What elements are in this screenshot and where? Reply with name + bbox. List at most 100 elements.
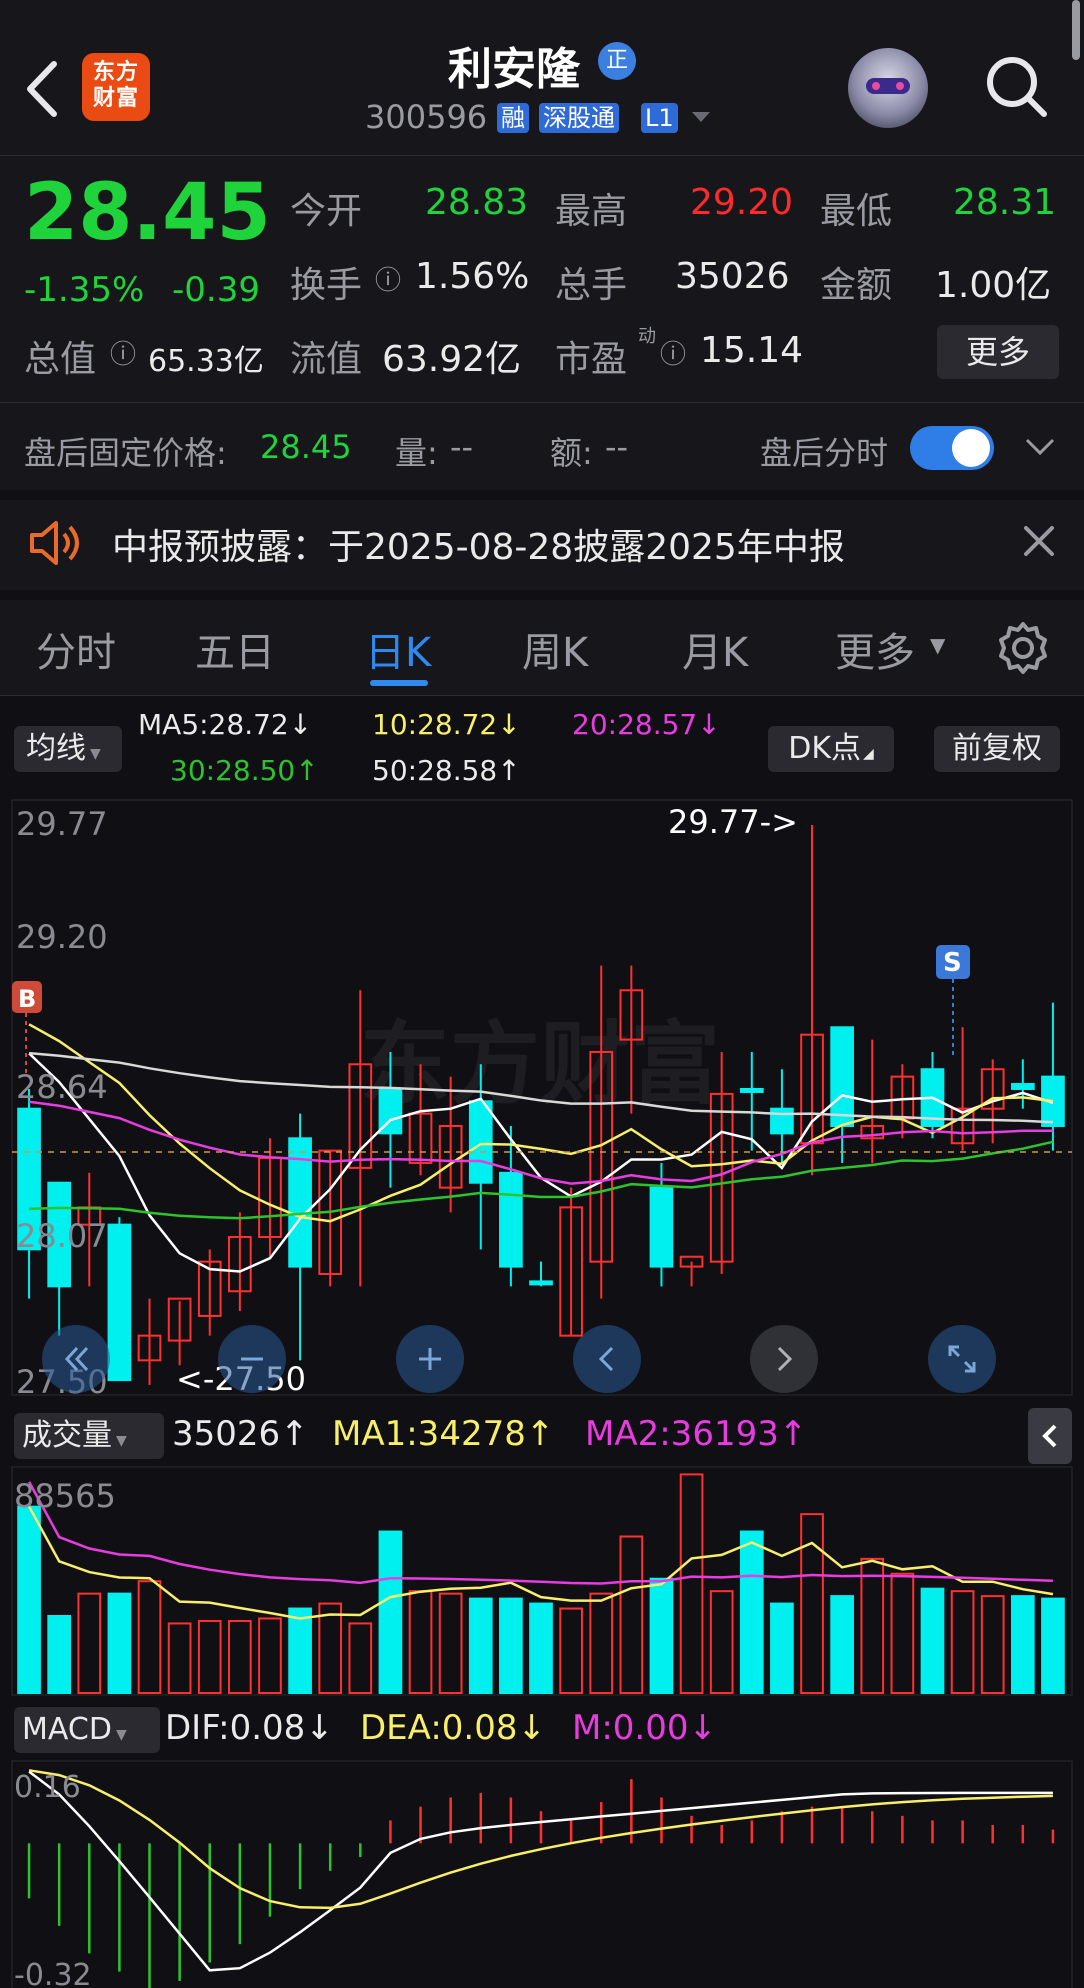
move-left-button[interactable]	[573, 1325, 641, 1393]
high-price-marker: 29.77->	[668, 803, 798, 841]
after-hours-amount-label: 额:	[550, 434, 593, 472]
volume-bar	[830, 1595, 854, 1695]
candle-body	[107, 1223, 132, 1382]
float-value-label: 流值	[290, 339, 363, 380]
app-logo: 东方财富	[82, 53, 150, 121]
turnover-label: 换手	[290, 265, 363, 306]
pe-superscript: 动	[638, 326, 656, 347]
volume-bar	[438, 1592, 463, 1694]
volume-bar	[107, 1592, 132, 1694]
volume-bar	[167, 1622, 192, 1695]
change-amount: -0.39	[172, 270, 260, 310]
speaker-icon	[30, 521, 79, 565]
tab-more[interactable]: 更多	[835, 620, 915, 678]
price-label-4: 28.07	[16, 1217, 108, 1255]
high-value: 29.20	[690, 182, 794, 223]
tab-monthly-k[interactable]: 月K	[682, 620, 748, 678]
volume-bar	[258, 1617, 282, 1694]
macd-bottom-label: -0.32	[14, 1958, 92, 1988]
ma30-line	[29, 1140, 1054, 1220]
after-hours-toggle[interactable]	[910, 426, 994, 470]
after-hours-price-label: 盘后固定价格:	[24, 434, 227, 472]
volume-bar	[499, 1597, 523, 1695]
zheng-badge: 正	[598, 42, 636, 80]
scroll-indicator	[1072, 0, 1080, 60]
open-value: 28.83	[425, 182, 529, 223]
tab-timeshare[interactable]: 分时	[36, 620, 116, 678]
volume-bar	[679, 1473, 704, 1695]
volume-bar	[920, 1587, 945, 1695]
volume-max-label: 88565	[14, 1477, 116, 1515]
low-label: 最低	[820, 191, 893, 232]
robot-assistant-icon[interactable]	[848, 48, 928, 128]
after-hours-amount: --	[605, 428, 629, 466]
close-icon[interactable]	[1022, 524, 1056, 558]
volume-bar	[1010, 1595, 1035, 1695]
forward-adjust-button[interactable]: 前复权	[934, 726, 1060, 772]
after-hours-volume-label: 量:	[395, 434, 438, 472]
sell-marker[interactable]: S	[936, 945, 970, 1057]
macd-dea: DEA:0.08↓	[360, 1708, 546, 1748]
tab-five-day[interactable]: 五日	[195, 620, 275, 678]
more-button[interactable]: 更多	[937, 325, 1059, 379]
ma30-value: 30:28.50↑	[170, 754, 319, 787]
pe-label: 市盈	[555, 339, 628, 380]
volume-selector[interactable]: 成交量 ▼	[14, 1413, 164, 1459]
info-icon[interactable]: ⓘ	[375, 260, 401, 297]
ma5-value: MA5:28.72↓	[138, 708, 313, 741]
tag-shengutong: 深股通	[539, 103, 619, 133]
volume-bar	[800, 1513, 824, 1694]
zoom-out-button[interactable]	[218, 1325, 286, 1393]
total-value-label: 总值	[24, 339, 97, 380]
stock-name: 利安隆	[448, 44, 580, 95]
after-hours-volume: --	[450, 428, 474, 466]
candle-body	[1010, 1083, 1035, 1090]
tag-rong: 融	[497, 103, 529, 133]
volume-bar	[17, 1505, 41, 1695]
info-icon[interactable]: ⓘ	[110, 334, 136, 371]
open-label: 今开	[290, 191, 363, 232]
price-label-top: 29.77	[16, 805, 108, 843]
expand-chevron-icon[interactable]	[1024, 436, 1056, 458]
dk-point-button[interactable]: DK点 ◢	[768, 726, 894, 772]
macd-top-label: 0.16	[14, 1770, 81, 1805]
search-icon[interactable]	[982, 52, 1052, 122]
volume-bar	[288, 1607, 312, 1694]
volume-bar	[197, 1619, 222, 1695]
volume-ma2: MA2:36193↑	[585, 1414, 808, 1454]
info-icon[interactable]: ⓘ	[660, 334, 686, 371]
tab-weekly-k[interactable]: 周K	[522, 620, 588, 678]
collapse-panel-button[interactable]	[1028, 1408, 1072, 1464]
price-label-3: 28.64	[16, 1068, 108, 1106]
float-value: 63.92亿	[382, 339, 522, 380]
notice-text[interactable]: 中报预披露：于2025-08-28披露2025年中报	[112, 518, 845, 570]
volume-bar	[890, 1572, 915, 1695]
amount-label: 金额	[820, 265, 893, 306]
stock-chart-area[interactable]: 东方财富 29.77 29.20 28.64 28.07 27.50 29.77…	[0, 795, 1084, 1988]
ma-selector[interactable]: 均线 ▼	[14, 726, 122, 772]
fullscreen-button[interactable]	[928, 1325, 996, 1393]
ma20-value: 20:28.57↓	[572, 708, 721, 741]
macd-m: M:0.00↓	[572, 1708, 717, 1748]
candle-body	[649, 1186, 674, 1268]
after-hours-timeshare-label: 盘后分时	[760, 434, 889, 472]
active-tab-underline	[370, 680, 428, 686]
zoom-in-button[interactable]	[396, 1325, 464, 1393]
chevron-down-icon: ▼	[930, 633, 946, 657]
macd-selector[interactable]: MACD ▼	[14, 1707, 160, 1753]
settings-gear-icon[interactable]	[995, 620, 1051, 676]
chevron-down-icon[interactable]	[690, 110, 712, 124]
volume-bar	[739, 1530, 764, 1695]
total-value: 65.33亿	[148, 344, 264, 379]
tab-daily-k[interactable]: 日K	[365, 620, 431, 678]
rewind-button[interactable]	[42, 1325, 110, 1393]
candle-body	[830, 1026, 854, 1127]
turnover-value: 1.56%	[415, 256, 530, 297]
pe-value: 15.14	[700, 330, 804, 371]
macd-dif: DIF:0.08↓	[165, 1708, 334, 1748]
move-right-button[interactable]	[750, 1325, 818, 1393]
volume-ma1: MA1:34278↑	[332, 1414, 555, 1454]
back-icon[interactable]	[22, 60, 62, 118]
candle-body	[529, 1280, 553, 1286]
volume-bar	[770, 1602, 794, 1694]
